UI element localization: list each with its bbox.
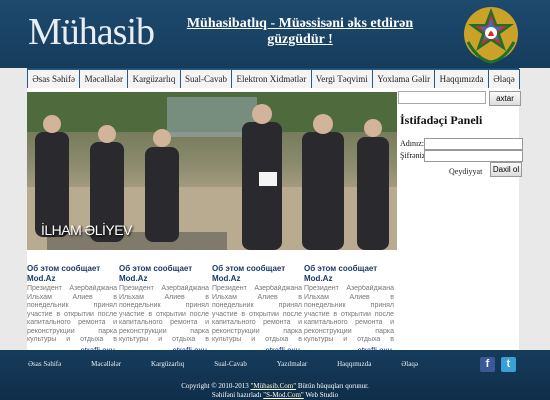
site-logo[interactable]: Mühasib: [28, 10, 155, 54]
news-body: Президент Азербайджана Ильхам Алиев в по…: [304, 285, 394, 345]
search-input[interactable]: [398, 91, 486, 104]
username-field[interactable]: [424, 138, 523, 150]
username-label: Adınız:: [400, 139, 424, 148]
hero-banner[interactable]: İLHAM ƏLİYEV: [27, 92, 397, 250]
site-footer: Əsas Səhifə Məcəllələr Kargüzarlıq Sual-…: [0, 350, 550, 400]
copyright-prefix: Copyright © 2010-2013: [181, 382, 251, 390]
footer-link-office-work[interactable]: Kargüzarlıq: [151, 360, 184, 368]
azerbaijan-emblem-icon: [464, 7, 518, 64]
copyright-text: Copyright © 2010-2013 "Mühasib.Com" Bütü…: [0, 382, 550, 400]
nav-item-e-services[interactable]: Elektron Xidmətlər: [231, 69, 312, 89]
made-by-suffix: Web Studio: [303, 391, 339, 399]
copyright-suffix: Bütün hüquqları qorunur.: [296, 382, 369, 390]
news-source: Mod.Az: [212, 274, 241, 283]
news-title[interactable]: Об этом сообщает: [119, 264, 209, 274]
made-by-prefix: Səhifəni hazırladı: [211, 391, 264, 399]
nav-item-home[interactable]: Əsas Səhifə: [27, 69, 81, 89]
news-source: Mod.Az: [27, 274, 56, 283]
footer-link-posts[interactable]: Yazılmalar: [277, 360, 307, 368]
hero-caption: İLHAM ƏLİYEV: [41, 222, 132, 238]
news-title[interactable]: Об этом сообщает: [212, 264, 302, 274]
nav-item-tax-calendar[interactable]: Vergi Təqvimi: [310, 69, 373, 89]
login-button[interactable]: Daxil ol: [490, 162, 522, 177]
footer-link-codes[interactable]: Məcəllələr: [91, 360, 121, 368]
news-item: Об этом сообщает Mod.Az Президент Азерба…: [119, 264, 209, 355]
nav-item-qa[interactable]: Sual-Cavab: [179, 69, 233, 89]
footer-navigation: Əsas Səhifə Məcəllələr Kargüzarlıq Sual-…: [28, 360, 418, 368]
site-slogan: Mühasibatlıq - Müəssisəni əks etdirən gü…: [186, 16, 414, 47]
site-header: Mühasib Mühasibatlıq - Müəssisəni əks et…: [0, 0, 550, 68]
main-content: İLHAM ƏLİYEV axtar İstifadəçi Paneli Adı…: [27, 88, 523, 355]
user-panel-title: İstifadəçi Paneli: [400, 113, 483, 127]
search-button[interactable]: axtar: [489, 91, 521, 106]
news-title[interactable]: Об этом сообщает: [27, 264, 117, 274]
password-field[interactable]: [424, 150, 523, 162]
main-navigation: Əsas Səhifə Məcəllələr Kargüzarlıq Sual-…: [27, 68, 520, 89]
news-source: Mod.Az: [304, 274, 333, 283]
nav-item-about[interactable]: Haqqımızda: [434, 69, 489, 89]
news-item: Об этом сообщает Mod.Az Президент Азерба…: [212, 264, 302, 355]
nav-item-codes[interactable]: Məcəllələr: [79, 69, 129, 89]
news-item: Об этом сообщает Mod.Az Президент Азерба…: [304, 264, 394, 355]
news-source: Mod.Az: [119, 274, 148, 283]
news-body: Президент Азербайджана Ильхам Алиев в по…: [119, 285, 209, 345]
footer-link-contact[interactable]: Əlaqə: [401, 360, 418, 368]
made-by-link[interactable]: "S-Mod.Com": [263, 391, 304, 399]
footer-link-about[interactable]: Haqqımızda: [337, 360, 371, 368]
footer-link-qa[interactable]: Sual-Cavab: [214, 360, 247, 368]
news-body: Президент Азербайджана Ильхам Алиев в по…: [27, 285, 117, 345]
register-link[interactable]: Qeydiyyat: [449, 167, 482, 176]
nav-item-contact[interactable]: Əlaqə: [487, 69, 520, 89]
news-body: Президент Азербайджана Ильхам Алиев в по…: [212, 285, 302, 345]
news-item: Об этом сообщает Mod.Az Президент Азерба…: [27, 264, 117, 355]
nav-item-office-work[interactable]: Kargüzarlıq: [127, 69, 181, 89]
news-title[interactable]: Об этом сообщает: [304, 264, 394, 274]
footer-link-home[interactable]: Əsas Səhifə: [28, 360, 61, 368]
copyright-site-link[interactable]: "Mühasib.Com": [250, 382, 296, 390]
facebook-icon[interactable]: f: [480, 357, 495, 372]
nav-item-income-check[interactable]: Yoxlama Gəlir: [372, 69, 436, 89]
twitter-icon[interactable]: t: [501, 357, 516, 372]
